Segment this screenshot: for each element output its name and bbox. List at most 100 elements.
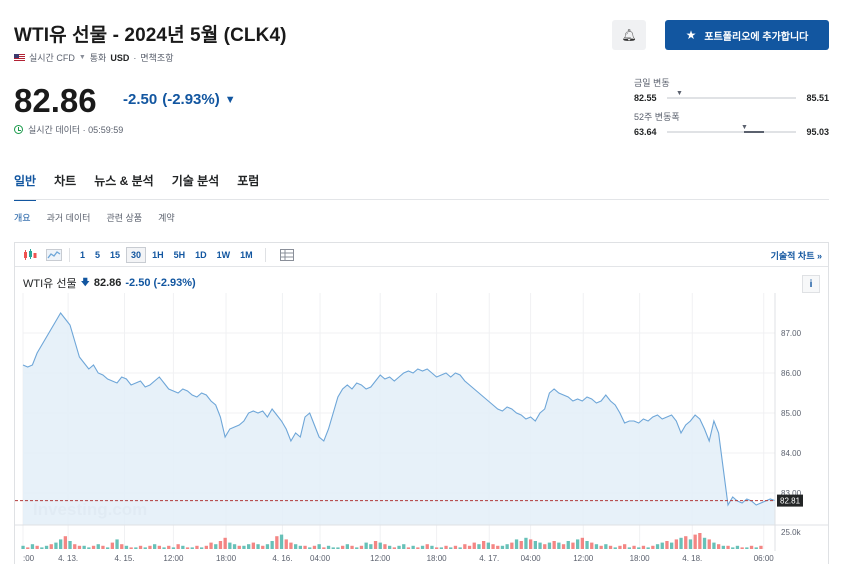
week52-range: 52주 변동폭 63.64 ▼ 95.03 bbox=[634, 110, 829, 137]
day-range-marker-icon: ▼ bbox=[676, 90, 683, 97]
volume-bar bbox=[735, 545, 740, 549]
price-tick-label: 87.00 bbox=[781, 329, 802, 338]
volume-bar bbox=[449, 547, 453, 549]
volume-bar bbox=[439, 547, 443, 549]
volume-bar bbox=[585, 541, 589, 549]
add-alert-button[interactable]: 🔔︎ bbox=[612, 20, 646, 50]
time-tick-label: 18:00 bbox=[427, 554, 448, 563]
volume-bar bbox=[223, 537, 227, 549]
volume-bar bbox=[279, 534, 284, 549]
volume-bar bbox=[35, 545, 39, 549]
volume-bar bbox=[693, 534, 697, 549]
volume-bar bbox=[200, 547, 204, 549]
volume-bar bbox=[397, 545, 401, 549]
volume-bar bbox=[91, 545, 96, 549]
add-to-portfolio-label: 포트폴리오에 추가합니다 bbox=[704, 31, 809, 43]
volume-bar bbox=[171, 547, 176, 549]
volume-bar bbox=[561, 544, 566, 549]
week52-range-fill bbox=[744, 131, 764, 133]
time-tick-label: 4. 13. bbox=[58, 554, 78, 563]
realtime-text: 실시간 데이터 · 05:59:59 bbox=[28, 125, 124, 135]
week52-range-high: 95.03 bbox=[806, 127, 829, 137]
volume-bar bbox=[326, 545, 331, 549]
volume-bar bbox=[392, 547, 396, 549]
volume-bar bbox=[256, 544, 260, 549]
cfd-label[interactable]: 실시간 CFD bbox=[29, 51, 75, 64]
volume-bar bbox=[416, 547, 420, 549]
volume-bar bbox=[463, 544, 467, 549]
volume-bar bbox=[101, 545, 105, 549]
volume-bar bbox=[618, 545, 622, 549]
volume-bar bbox=[552, 541, 556, 549]
currency-label: 통화 bbox=[89, 53, 107, 63]
tab-general[interactable]: 일반 bbox=[14, 172, 37, 201]
volume-bar bbox=[261, 545, 265, 549]
week52-range-marker-icon: ▼ bbox=[741, 124, 748, 131]
volume-bar bbox=[73, 544, 77, 549]
add-to-portfolio-button[interactable]: ★ 포트폴리오에 추가합니다 bbox=[665, 20, 829, 50]
day-range-low: 82.55 bbox=[634, 93, 657, 103]
volume-bar bbox=[749, 545, 754, 549]
subtab-related[interactable]: 관련 상품 bbox=[106, 211, 142, 224]
volume-bar bbox=[486, 542, 490, 549]
tabs-divider bbox=[14, 199, 829, 200]
volume-bar bbox=[44, 545, 49, 549]
volume-bar bbox=[209, 542, 213, 549]
volume-bar bbox=[204, 545, 208, 549]
day-range-label: 금일 변동 bbox=[634, 78, 670, 88]
volume-bar bbox=[378, 542, 382, 549]
price-tick-label: 84.00 bbox=[781, 449, 802, 458]
subtab-historical[interactable]: 과거 데이터 bbox=[47, 211, 91, 224]
time-tick-label: 4. 17. bbox=[479, 554, 499, 563]
subtab-overview[interactable]: 개요 bbox=[14, 211, 31, 224]
week52-range-low: 63.64 bbox=[634, 127, 657, 137]
currency-value: USD bbox=[110, 52, 130, 63]
time-tick-label: 4. 16. bbox=[272, 554, 292, 563]
volume-bar bbox=[275, 536, 279, 549]
volume-bar bbox=[232, 544, 237, 549]
volume-bar bbox=[547, 542, 552, 549]
time-tick-label: 06:00 bbox=[754, 554, 775, 563]
volume-bar bbox=[594, 544, 599, 549]
chevron-down-icon[interactable]: ▼ bbox=[79, 54, 86, 61]
tab-forum[interactable]: 포럼 bbox=[237, 172, 259, 201]
volume-bar bbox=[120, 544, 124, 549]
disclaimer-link[interactable]: 면책조항 bbox=[140, 51, 173, 64]
price-chart[interactable]: 87.0086.0085.0084.0083.00Investing.com82… bbox=[15, 243, 828, 564]
last-price-label: 82.81 bbox=[780, 497, 801, 506]
volume-bar bbox=[707, 539, 711, 549]
instrument-meta: 실시간 CFD ▼ 통화 USD · 면책조항 bbox=[14, 51, 173, 64]
volume-bar bbox=[308, 547, 312, 549]
volume-bar bbox=[148, 545, 152, 549]
volume-bar bbox=[538, 542, 542, 549]
tab-news-analysis[interactable]: 뉴스 & 분석 bbox=[94, 172, 154, 201]
tab-chart[interactable]: 차트 bbox=[54, 172, 76, 201]
volume-bar bbox=[388, 545, 392, 549]
volume-bar bbox=[185, 547, 190, 549]
volume-tick-label: 25.0k bbox=[781, 528, 802, 537]
volume-bar bbox=[670, 542, 674, 549]
volume-bar bbox=[435, 547, 439, 549]
volume-bar bbox=[651, 545, 655, 549]
volume-bar bbox=[143, 547, 147, 549]
volume-bar bbox=[702, 537, 707, 549]
volume-bar bbox=[134, 547, 138, 549]
volume-bar bbox=[167, 545, 171, 549]
volume-bar bbox=[40, 547, 44, 549]
tab-technical[interactable]: 기술 분석 bbox=[172, 172, 220, 201]
volume-bar bbox=[364, 542, 368, 549]
volume-bar bbox=[623, 544, 627, 549]
subtab-contracts[interactable]: 계약 bbox=[158, 211, 175, 224]
volume-bar bbox=[54, 542, 58, 549]
volume-bar bbox=[576, 539, 580, 549]
time-tick-label: 12:00 bbox=[370, 554, 391, 563]
volume-bar bbox=[406, 547, 411, 549]
volume-bar bbox=[157, 545, 161, 549]
time-tick-label: 12:00 bbox=[163, 554, 184, 563]
volume-bar bbox=[153, 544, 157, 549]
volume-bar bbox=[77, 545, 82, 549]
time-tick-label: 18:00 bbox=[630, 554, 651, 563]
volume-bar bbox=[641, 545, 646, 549]
volume-bar bbox=[359, 545, 364, 549]
price-tick-label: 85.00 bbox=[781, 409, 802, 418]
